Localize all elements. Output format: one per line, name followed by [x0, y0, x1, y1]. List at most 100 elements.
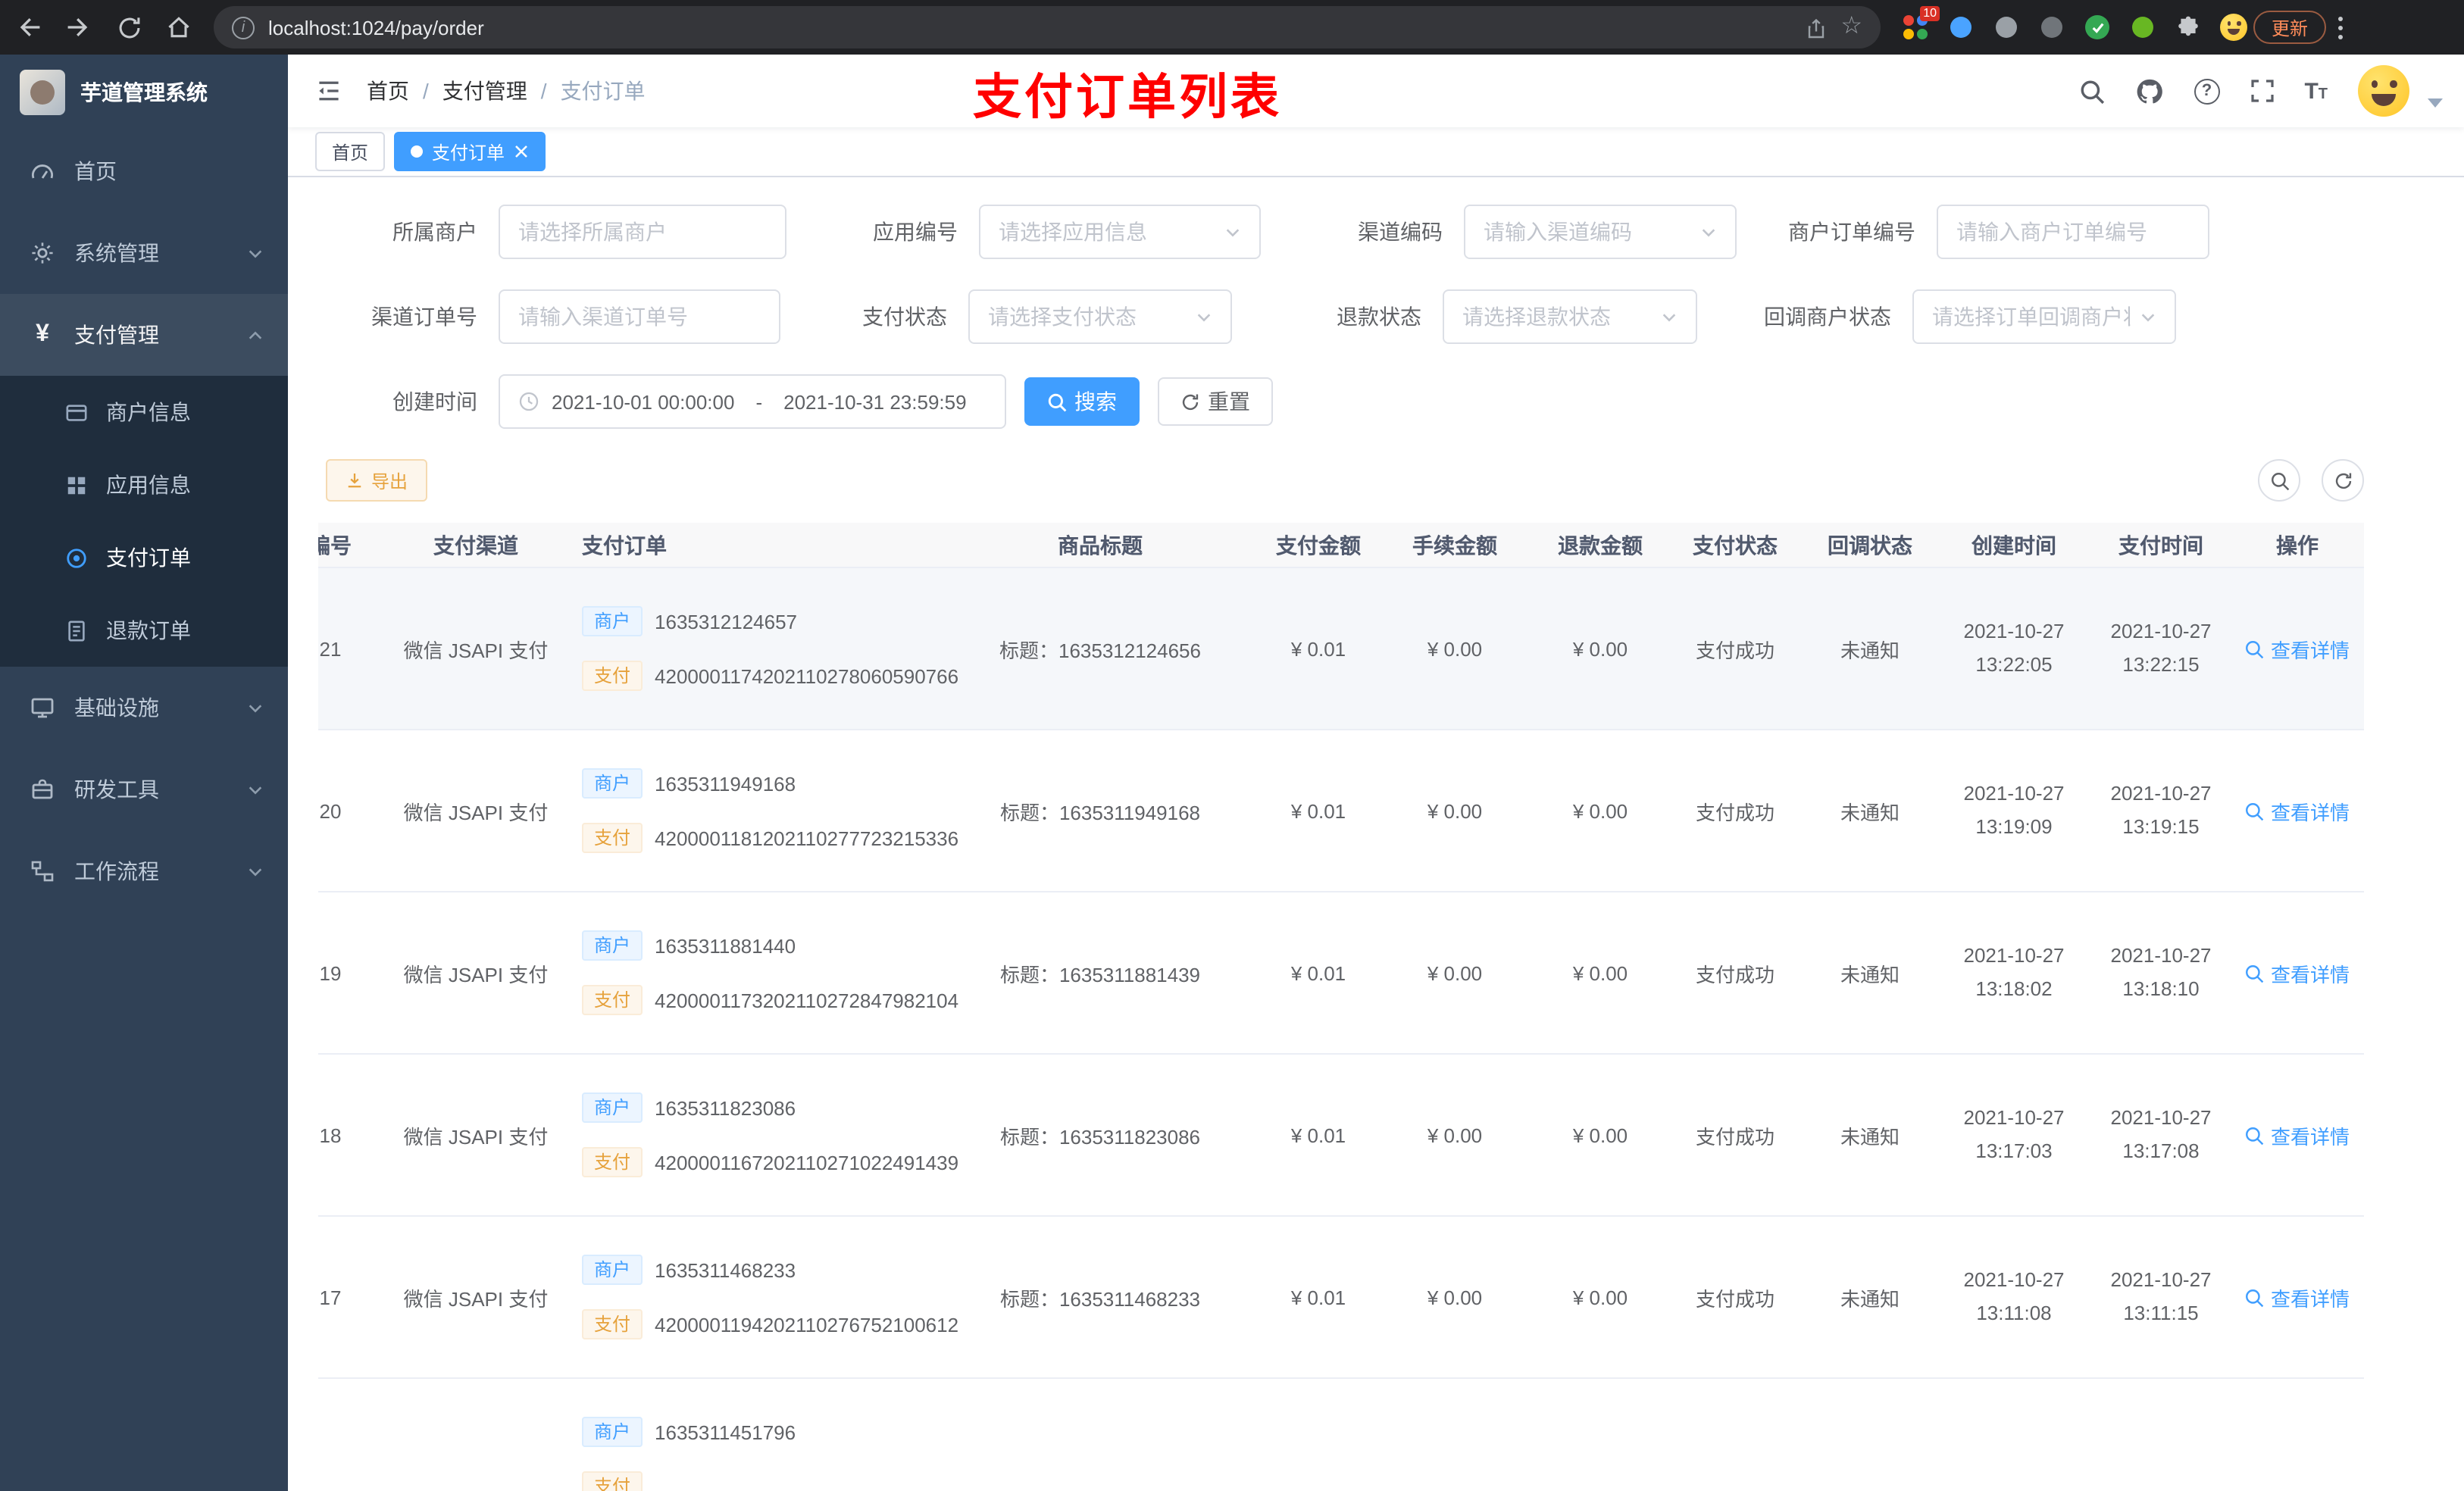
browser-home-button[interactable]: [158, 6, 200, 48]
sidebar-item-pay-order[interactable]: 支付订单: [0, 521, 288, 594]
chevron-up-icon: [247, 327, 264, 343]
browser-profile-avatar[interactable]: [2220, 14, 2247, 41]
browser-refresh-button[interactable]: [108, 6, 150, 48]
sidebar-item-infrastructure[interactable]: 基础设施: [0, 667, 288, 749]
chevron-down-icon: [1661, 308, 1678, 325]
sidebar-item-system[interactable]: 系统管理: [0, 212, 288, 294]
puzzle-extensions-icon[interactable]: [2175, 14, 2202, 41]
pay-amount-cell: ¥ 0.01: [1290, 637, 1346, 660]
pay-time-cell: 2021-10-27 13:22:15: [2110, 620, 2212, 676]
extension-icon-grid[interactable]: 10: [1902, 6, 1940, 41]
font-size-icon[interactable]: TT: [2304, 78, 2328, 104]
refresh-table-button[interactable]: [2322, 459, 2364, 502]
merchant-tag: 商户: [582, 930, 643, 961]
action-cell: 查看详情: [2231, 730, 2364, 891]
reset-button[interactable]: 重置: [1158, 377, 1273, 426]
sidebar-item-merchant-info[interactable]: 商户信息: [0, 376, 288, 449]
channel-code-select[interactable]: 请输入渠道编码: [1464, 205, 1737, 259]
site-info-icon[interactable]: i: [232, 16, 255, 39]
order-no-cell: 19: [319, 961, 342, 984]
extension-icon-drop[interactable]: [1947, 14, 1975, 41]
merchant-order-no-field[interactable]: [1956, 220, 2190, 244]
date-end[interactable]: 2021-10-31 23:59:59: [783, 390, 966, 413]
product-title-cell: [940, 1379, 1261, 1491]
breadcrumb-home[interactable]: 首页: [367, 76, 409, 106]
browser-update-button[interactable]: 更新: [2253, 11, 2327, 44]
fullscreen-icon[interactable]: [2250, 79, 2274, 103]
notify-status-cell: [1803, 1379, 1937, 1491]
tab-close-icon[interactable]: [514, 144, 529, 159]
show-search-button[interactable]: [2258, 459, 2300, 502]
payment-submenu: 商户信息 应用信息 支付订单 退款订单: [0, 376, 288, 667]
browser-forward-button[interactable]: [58, 6, 100, 48]
channel-order-no-field[interactable]: [518, 305, 761, 329]
browser-menu-icon[interactable]: [2338, 16, 2344, 39]
merchant-input-field[interactable]: [518, 220, 767, 244]
product-title-cell: 标题：1635311881439: [999, 963, 1201, 986]
merchant-order-no: 1635311949168: [655, 772, 796, 795]
sidebar-item-payment[interactable]: ¥ 支付管理: [0, 294, 288, 376]
sidebar-fold-icon[interactable]: [315, 77, 342, 105]
export-button[interactable]: 导出: [326, 459, 428, 502]
notify-status-cell: 未通知: [1840, 639, 1900, 661]
view-detail-link[interactable]: 查看详情: [2245, 1283, 2350, 1311]
notify-status-select[interactable]: 请选择订单回调商户状态: [1912, 289, 2176, 344]
create-time-range-picker[interactable]: 2021-10-01 00:00:00 - 2021-10-31 23:59:5…: [499, 374, 1006, 429]
chevron-down-icon: [247, 863, 264, 880]
extension-icon-green[interactable]: [2129, 14, 2156, 41]
pay-status-select[interactable]: 请选择支付状态: [968, 289, 1232, 344]
action-cell: 查看详情: [2231, 1055, 2364, 1215]
pay-tag: 支付: [582, 985, 643, 1015]
gear-icon: [30, 241, 55, 265]
refund-status-select[interactable]: 请选择退款状态: [1443, 289, 1697, 344]
pay-tag: 支付: [582, 1471, 643, 1491]
tab-pay-order[interactable]: 支付订单: [394, 132, 546, 171]
url-bar[interactable]: i localhost:1024/pay/order ☆: [214, 6, 1881, 48]
merchant-input[interactable]: [499, 205, 786, 259]
search-icon[interactable]: [2078, 78, 2104, 104]
pay-channel-cell: [391, 1379, 561, 1491]
view-detail-link[interactable]: 查看详情: [2245, 796, 2350, 825]
breadcrumb-payment[interactable]: 支付管理: [442, 76, 527, 106]
channel-order-no: 4200001174202110278060590766: [655, 664, 959, 687]
document-icon: [64, 619, 88, 642]
extension-badge: 10: [1920, 6, 1940, 21]
create-time-cell: 2021-10-27 13:17:03: [1963, 1106, 2065, 1162]
extension-icon-gray-1[interactable]: [1993, 14, 2020, 41]
app-id-select[interactable]: 请选择应用信息: [979, 205, 1261, 259]
merchant-order-no-input[interactable]: [1937, 205, 2209, 259]
product-title-cell: 标题：1635311823086: [999, 1125, 1201, 1148]
table-row: 20 微信 JSAPI 支付 商户 1635311949168 支付 42000…: [318, 730, 2364, 892]
sidebar-item-app-info[interactable]: 应用信息: [0, 449, 288, 521]
share-icon[interactable]: [1804, 16, 1827, 39]
channel-order-no: 4200001167202110271022491439: [655, 1151, 959, 1174]
date-start[interactable]: 2021-10-01 00:00:00: [552, 390, 734, 413]
view-detail-link[interactable]: 查看详情: [2245, 1121, 2350, 1149]
sidebar-item-home[interactable]: 首页: [0, 130, 288, 212]
bookmark-star-icon[interactable]: ☆: [1840, 14, 1862, 39]
search-icon: [2247, 964, 2265, 983]
sidebar-item-dev-tools[interactable]: 研发工具: [0, 749, 288, 830]
tab-home[interactable]: 首页: [315, 132, 386, 171]
view-detail-link[interactable]: 查看详情: [2245, 958, 2350, 987]
sidebar-item-workflow[interactable]: 工作流程: [0, 830, 288, 912]
github-icon[interactable]: [2134, 77, 2163, 105]
browser-back-button[interactable]: [8, 6, 50, 48]
sidebar-item-refund-order[interactable]: 退款订单: [0, 594, 288, 667]
notify-status-cell: 未通知: [1840, 801, 1900, 824]
workflow-icon: [30, 859, 55, 883]
view-detail-link[interactable]: 查看详情: [2245, 634, 2350, 663]
app-header: 首页 / 支付管理 / 支付订单 支付订单列表 ? TT: [288, 55, 2464, 127]
extension-icon-check[interactable]: [2084, 14, 2111, 41]
search-button[interactable]: 搜索: [1024, 377, 1140, 426]
avatar-caret-icon[interactable]: [2428, 98, 2443, 108]
browser-chrome: i localhost:1024/pay/order ☆ 10 更新: [0, 0, 2464, 55]
browser-extensions-area: 10: [1902, 6, 2247, 41]
search-icon: [2247, 1289, 2265, 1307]
search-icon: [2247, 802, 2265, 821]
help-icon[interactable]: ?: [2194, 78, 2220, 104]
user-avatar[interactable]: [2358, 65, 2409, 117]
channel-order-no-input[interactable]: [499, 289, 780, 344]
extension-icon-gray-2[interactable]: [2038, 14, 2065, 41]
pay-status-cell: 支付成功: [1695, 1125, 1775, 1148]
